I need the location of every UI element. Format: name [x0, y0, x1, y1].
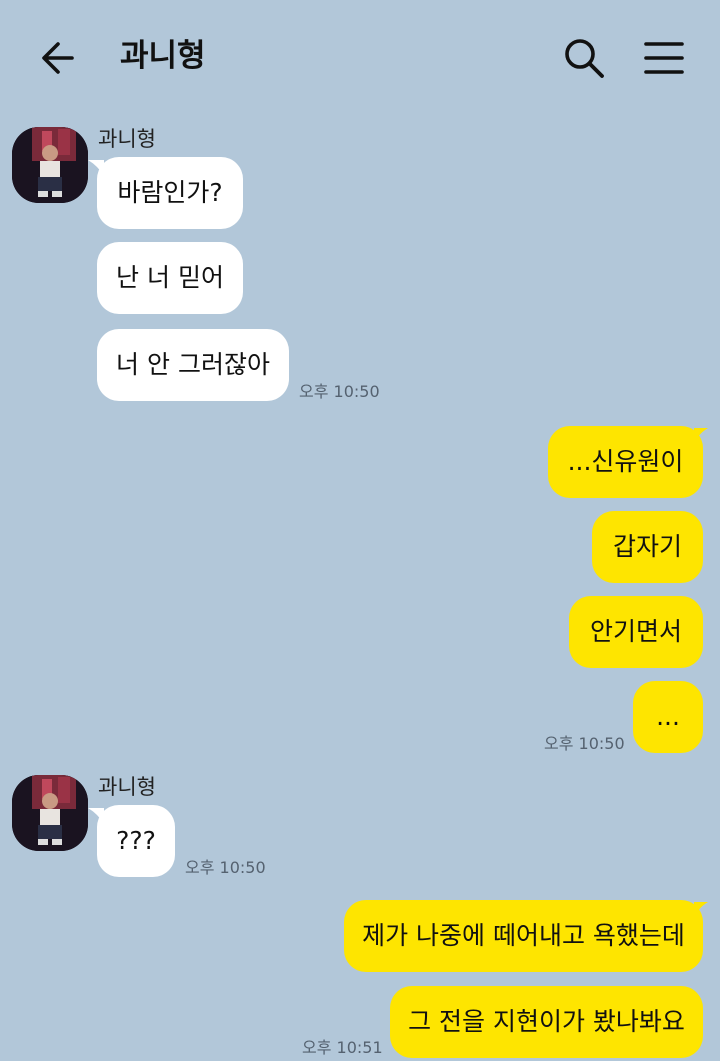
message-time: 오후 10:50 [185, 858, 266, 877]
search-icon [565, 39, 604, 78]
chat-title: 과니형 [120, 38, 206, 74]
message-bubble-outgoing[interactable]: 그 전을 지현이가 봤나봐요 [390, 986, 703, 1058]
message-bubble-incoming[interactable]: ??? [97, 805, 175, 877]
avatar[interactable] [12, 127, 88, 203]
message-bubble-incoming[interactable]: 난 너 믿어 [97, 242, 243, 314]
chat-header: 과니형 [0, 0, 720, 112]
profile-photo-icon [12, 127, 88, 203]
chat-screen: 과니형 과니형 바람인가? 난 너 믿어 너 안 그러잖아 오후 10:50 .… [0, 0, 720, 1061]
hamburger-menu-icon [644, 42, 684, 74]
message-bubble-incoming[interactable]: 바람인가? [97, 157, 243, 229]
menu-button[interactable] [636, 30, 692, 86]
search-button[interactable] [556, 30, 612, 86]
message-bubble-outgoing[interactable]: 제가 나중에 떼어내고 욕했는데 [344, 900, 703, 972]
profile-photo-icon [12, 775, 88, 851]
message-bubble-outgoing[interactable]: 갑자기 [592, 511, 703, 583]
message-bubble-outgoing[interactable]: ...신유원이 [548, 426, 703, 498]
message-time: 오후 10:50 [299, 382, 380, 401]
message-bubble-outgoing[interactable]: 안기면서 [569, 596, 703, 668]
message-bubble-incoming[interactable]: 너 안 그러잖아 [97, 329, 289, 401]
back-button[interactable] [30, 30, 86, 86]
sender-name: 과니형 [98, 775, 156, 799]
arrow-left-icon [42, 42, 74, 74]
sender-name: 과니형 [98, 127, 156, 151]
message-bubble-outgoing[interactable]: ... [633, 681, 703, 753]
avatar[interactable] [12, 775, 88, 851]
message-time: 오후 10:51 [302, 1038, 383, 1057]
message-time: 오후 10:50 [544, 734, 625, 753]
